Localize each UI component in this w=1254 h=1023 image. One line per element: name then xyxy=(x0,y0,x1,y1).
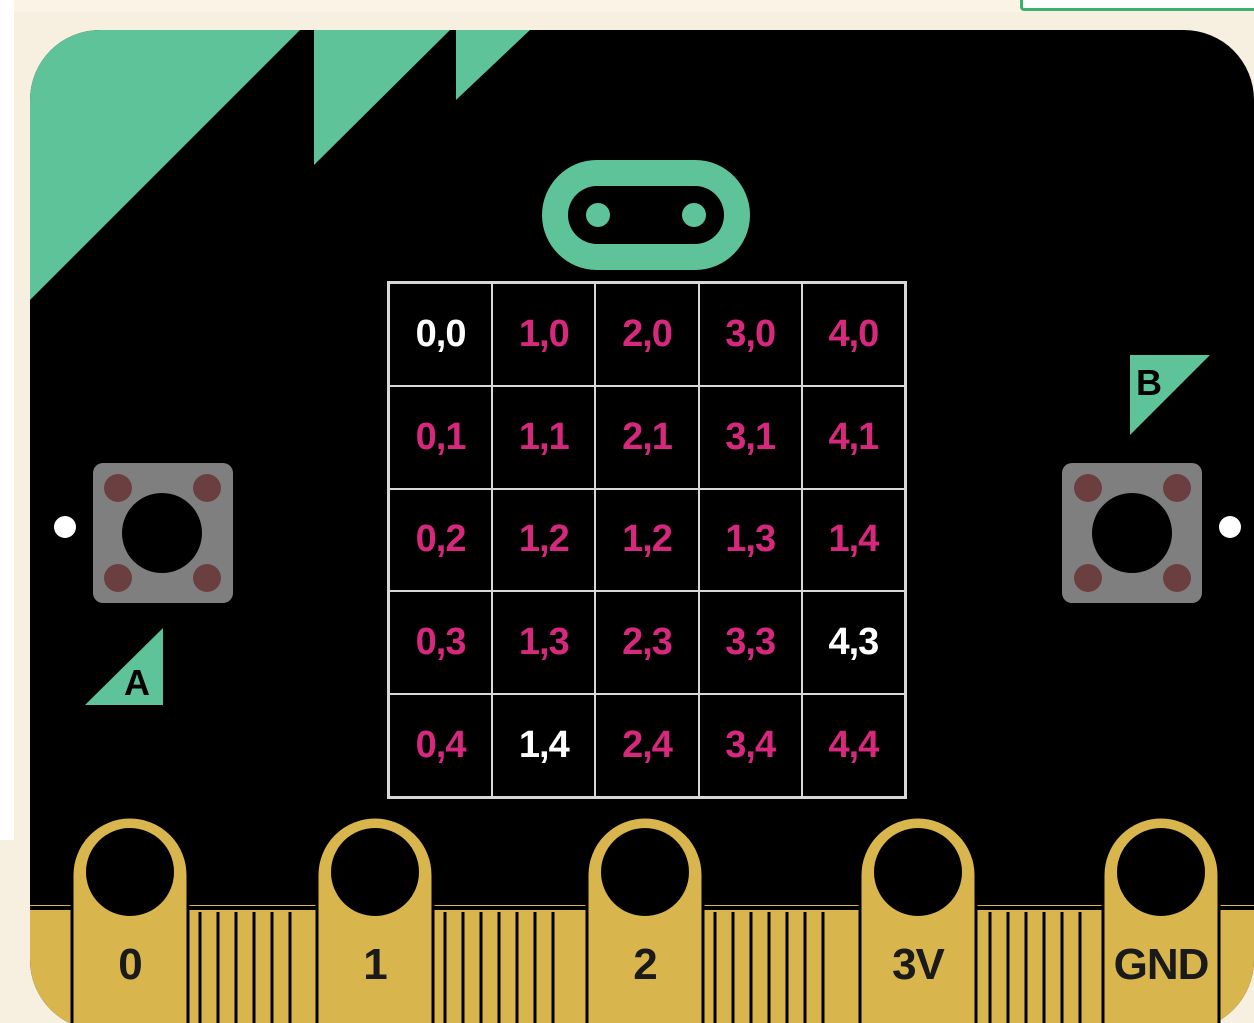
microbit-diagram: A B 0,0 1,0 2,0 3,0 4,0 0,1 1,1 2,1 3,1 4,1 0,2 1,2… xyxy=(0,0,1254,1023)
led-matrix-grid: 0,0 1,0 2,0 3,0 4,0 0,1 1,1 2,1 3,1 4,1 0,2 1,2 1,2 1… xyxy=(387,281,907,799)
pin-label: 3V xyxy=(892,940,945,989)
led-cell: 0,1 xyxy=(389,385,493,489)
led-cell: 4,3 xyxy=(801,591,905,695)
button-b-switch xyxy=(1062,463,1202,603)
led-cell: 2,4 xyxy=(595,694,699,797)
led-cell: 3,4 xyxy=(698,694,802,797)
pin-pad-gnd xyxy=(1101,815,1221,1023)
led-cell: 3,1 xyxy=(698,385,802,489)
led-cell: 2,0 xyxy=(595,283,699,386)
led-cell: 4,1 xyxy=(801,385,905,489)
right-edge-hole xyxy=(1219,516,1241,538)
pin-pad-0 xyxy=(70,815,190,1023)
led-cell: 4,0 xyxy=(801,283,905,386)
led-cell: 1,2 xyxy=(492,488,596,592)
led-cell: 1,2 xyxy=(595,488,699,592)
pin-pad-3v xyxy=(858,815,978,1023)
led-cell: 0,0 xyxy=(389,283,493,386)
led-cell: 1,4 xyxy=(801,488,905,592)
led-cell: 4,4 xyxy=(801,694,905,797)
pin-label: 1 xyxy=(363,940,388,989)
pin-pad-1 xyxy=(315,815,435,1023)
pin-label: 0 xyxy=(118,940,143,989)
led-cell: 2,3 xyxy=(595,591,699,695)
led-cell: 1,1 xyxy=(492,385,596,489)
button-a-switch xyxy=(93,463,233,603)
led-cell: 3,3 xyxy=(698,591,802,695)
pin-pad-2 xyxy=(585,815,705,1023)
pin-label: GND xyxy=(1113,940,1210,989)
face-logo-icon xyxy=(542,160,750,270)
led-cell: 1,0 xyxy=(492,283,596,386)
led-cell: 0,2 xyxy=(389,488,493,592)
led-cell: 1,3 xyxy=(492,591,596,695)
button-b-label: B xyxy=(1136,362,1162,403)
button-a-label: A xyxy=(124,662,150,703)
led-cell: 1,3 xyxy=(698,488,802,592)
pin-label: 2 xyxy=(633,940,658,989)
led-cell: 0,4 xyxy=(389,694,493,797)
led-cell: 0,3 xyxy=(389,591,493,695)
led-cell: 1,4 xyxy=(492,694,596,797)
led-cell: 3,0 xyxy=(698,283,802,386)
left-edge-hole xyxy=(54,516,76,538)
led-cell: 2,1 xyxy=(595,385,699,489)
